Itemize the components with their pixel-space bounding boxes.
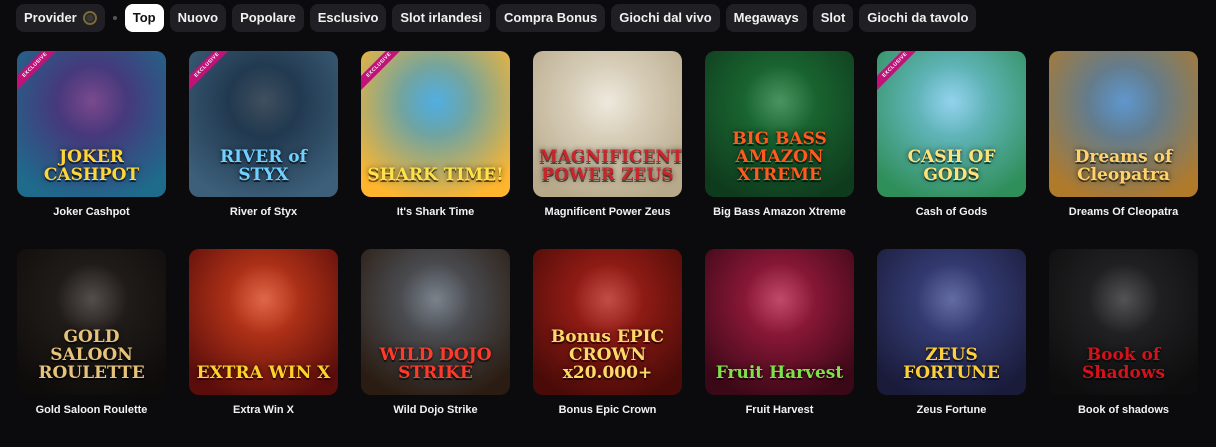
game-title[interactable]: Extra Win X [189,404,338,416]
game-logo: MAGNIFICENT POWER ZEUS [539,147,682,186]
game-art [227,65,300,137]
filter-chip-esclusivo[interactable]: Esclusivo [309,4,387,32]
filter-chip-megaways[interactable]: Megaways [725,4,807,32]
filter-chip-label: Giochi da tavolo [867,10,969,25]
game-thumbnail[interactable]: BIG BASS AMAZON XTREME [705,51,854,197]
game-thumbnail[interactable]: RIVER of STYX EXCLUSIVE [189,51,338,197]
game-art [915,263,988,335]
filter-bar: Provider Top Nuovo Popolare Esclusivo Slot ir… [16,4,977,32]
game-logo: Fruit Harvest [715,363,844,384]
game-art [55,65,128,137]
filter-chip-giochi-da-tavolo[interactable]: Giochi da tavolo [859,4,977,32]
game-logo: JOKER CASHPOT [43,147,140,186]
filter-chip-label: Megaways [733,10,799,25]
game-title[interactable]: Gold Saloon Roulette [17,404,166,416]
game-title[interactable]: Joker Cashpot [17,206,166,218]
game-card[interactable]: CASH OF GODS EXCLUSIVE Cash of Gods [877,51,1026,249]
filter-chip-label: Slot [820,10,846,25]
game-grid: JOKER CASHPOT EXCLUSIVE Joker Cashpot RIVER… [17,51,1198,447]
filter-chip-slot-irlandesi[interactable]: Slot irlandesi [392,4,491,32]
game-card[interactable]: Fruit Harvest Fruit Harvest [705,249,854,447]
game-art [571,65,644,137]
game-title[interactable]: Wild Dojo Strike [361,404,510,416]
game-thumbnail[interactable]: SHARK TIME! EXCLUSIVE [361,51,510,197]
game-logo: BIG BASS AMAZON XTREME [732,129,827,186]
game-title[interactable]: Dreams Of Cleopatra [1049,206,1198,218]
game-card[interactable]: SHARK TIME! EXCLUSIVE It's Shark Time [361,51,510,249]
game-thumbnail[interactable]: MAGNIFICENT POWER ZEUS [533,51,682,197]
game-art [743,263,816,335]
game-thumbnail[interactable]: WILD DOJO STRIKE [361,249,510,395]
game-thumbnail[interactable]: Book of Shadows [1049,249,1198,395]
game-card[interactable]: Dreams of Cleopatra Dreams Of Cleopatra [1049,51,1198,249]
provider-icon [82,11,97,25]
game-art [55,263,128,335]
game-title[interactable]: Zeus Fortune [877,404,1026,416]
game-logo: SHARK TIME! [367,165,504,186]
filter-chip-slot[interactable]: Slot [812,4,854,32]
game-logo: CASH OF GODS [907,147,996,186]
game-card[interactable]: BIG BASS AMAZON XTREME Big Bass Amazon Xt… [705,51,854,249]
game-title[interactable]: Cash of Gods [877,206,1026,218]
game-logo: Bonus EPIC CROWN x20.000+ [550,327,665,384]
game-thumbnail[interactable]: JOKER CASHPOT EXCLUSIVE [17,51,166,197]
game-title[interactable]: Book of shadows [1049,404,1198,416]
game-thumbnail[interactable]: EXTRA WIN X [189,249,338,395]
game-logo: Book of Shadows [1081,345,1166,384]
game-card[interactable]: GOLD SALOON ROULETTE Gold Saloon Roulette [17,249,166,447]
game-thumbnail[interactable]: GOLD SALOON ROULETTE [17,249,166,395]
game-card[interactable]: Book of Shadows Book of shadows [1049,249,1198,447]
filter-chip-label: Slot irlandesi [400,10,483,25]
filter-chip-label: Esclusivo [317,10,379,25]
separator-dot [112,16,117,20]
game-art [399,65,472,137]
game-art [1087,263,1160,335]
game-title[interactable]: Fruit Harvest [705,404,854,416]
game-title[interactable]: Big Bass Amazon Xtreme [705,206,854,218]
filter-chip-giochi-dal-vivo[interactable]: Giochi dal vivo [611,4,720,32]
game-logo: Dreams of Cleopatra [1074,147,1173,186]
game-card[interactable]: Bonus EPIC CROWN x20.000+ Bonus Epic Crow… [533,249,682,447]
game-title[interactable]: Magnificent Power Zeus [533,206,682,218]
filter-chip-label: Provider [24,10,77,25]
game-thumbnail[interactable]: Fruit Harvest [705,249,854,395]
game-card[interactable]: EXTRA WIN X Extra Win X [189,249,338,447]
game-logo: WILD DOJO STRIKE [379,345,492,384]
filter-chip-label: Popolare [240,10,296,25]
filter-chip-label: Nuovo [177,10,219,25]
filter-chip-provider[interactable]: Provider [16,4,105,32]
filter-chip-label: Top [132,10,156,25]
game-art [1087,65,1160,137]
game-card[interactable]: MAGNIFICENT POWER ZEUS Magnificent Power … [533,51,682,249]
game-logo: ZEUS FORTUNE [903,345,1000,384]
filter-chip-nuovo[interactable]: Nuovo [169,4,227,32]
game-art [571,263,644,335]
game-card[interactable]: WILD DOJO STRIKE Wild Dojo Strike [361,249,510,447]
filter-chip-popolare[interactable]: Popolare [232,4,304,32]
game-title[interactable]: It's Shark Time [361,206,510,218]
game-card[interactable]: ZEUS FORTUNE Zeus Fortune [877,249,1026,447]
game-title[interactable]: River of Styx [189,206,338,218]
game-thumbnail[interactable]: CASH OF GODS EXCLUSIVE [877,51,1026,197]
game-art [227,263,300,335]
game-title[interactable]: Bonus Epic Crown [533,404,682,416]
game-card[interactable]: RIVER of STYX EXCLUSIVE River of Styx [189,51,338,249]
game-logo: GOLD SALOON ROULETTE [38,327,145,384]
filter-chip-top[interactable]: Top [124,4,164,32]
game-thumbnail[interactable]: ZEUS FORTUNE [877,249,1026,395]
game-thumbnail[interactable]: Dreams of Cleopatra [1049,51,1198,197]
game-art [399,263,472,335]
filter-chip-label: Giochi dal vivo [619,10,712,25]
game-card[interactable]: JOKER CASHPOT EXCLUSIVE Joker Cashpot [17,51,166,249]
game-art [743,65,816,137]
game-thumbnail[interactable]: Bonus EPIC CROWN x20.000+ [533,249,682,395]
game-logo: EXTRA WIN X [196,363,331,384]
filter-chip-label: Compra Bonus [504,10,598,25]
game-art [915,65,988,137]
filter-chip-compra-bonus[interactable]: Compra Bonus [496,4,606,32]
game-logo: RIVER of STYX [220,147,307,186]
